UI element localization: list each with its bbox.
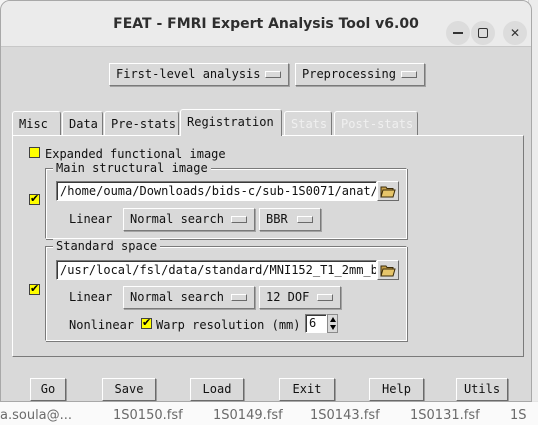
tab-misc[interactable]: Misc xyxy=(12,111,61,135)
tab-label: Data xyxy=(69,117,98,131)
warp-resolution-input[interactable]: 6 xyxy=(305,314,327,333)
warp-resolution-spinner[interactable] xyxy=(327,314,338,333)
tab-label: Pre-stats xyxy=(111,117,177,131)
nonlinear-checkbox[interactable]: ✔ xyxy=(141,316,152,329)
main-structural-search-value: Normal search xyxy=(130,212,224,226)
tab-pre-stats[interactable]: Pre-stats xyxy=(104,111,179,135)
standard-space-path-input[interactable]: /usr/local/fsl/data/standard/MNI152_T1_2… xyxy=(56,260,377,280)
minimize-icon xyxy=(453,32,463,34)
tab-data[interactable]: Data xyxy=(62,111,103,135)
background-user-text: a.soula@... xyxy=(0,408,73,423)
analysis-level-menu[interactable]: First-level analysis xyxy=(109,63,289,86)
tab-label: Registration xyxy=(187,115,274,129)
main-structural-dof-menu[interactable]: BBR xyxy=(259,208,321,231)
standard-space-search-value: Normal search xyxy=(130,290,224,304)
main-structural-linear-label: Linear xyxy=(69,212,113,226)
dropdown-indicator-icon xyxy=(401,71,417,78)
dropdown-indicator-icon xyxy=(297,216,313,223)
expanded-functional-label: Expanded functional image xyxy=(45,147,226,161)
exit-button[interactable]: Exit xyxy=(279,378,335,401)
warp-resolution-label: Warp resolution (mm) xyxy=(156,318,301,332)
spin-down-icon[interactable] xyxy=(330,325,336,330)
close-icon: ✕ xyxy=(509,26,521,40)
analysis-level-value: First-level analysis xyxy=(116,67,261,81)
background-file-item[interactable]: 1S0131.fsf xyxy=(410,408,480,423)
dropdown-indicator-icon xyxy=(231,216,247,223)
analysis-stage-value: Preprocessing xyxy=(302,67,396,81)
main-structural-browse-button[interactable] xyxy=(377,181,399,201)
tab-registration[interactable]: Registration xyxy=(180,109,282,136)
standard-space-search-menu[interactable]: Normal search xyxy=(123,286,255,309)
title-bar[interactable]: FEAT - FMRI Expert Analysis Tool v6.00 ✕ xyxy=(1,1,531,47)
nonlinear-label: Nonlinear xyxy=(69,318,135,332)
minimize-button[interactable] xyxy=(446,21,470,45)
close-button[interactable]: ✕ xyxy=(503,21,527,45)
tab-post-stats[interactable]: Post-stats xyxy=(334,111,418,135)
tab-stats[interactable]: Stats xyxy=(284,111,332,135)
feat-window: FEAT - FMRI Expert Analysis Tool v6.00 ✕… xyxy=(0,0,532,402)
save-button[interactable]: Save xyxy=(102,378,156,401)
checkmark-icon: ✔ xyxy=(30,192,40,205)
main-structural-path-input[interactable]: /home/ouma/Downloads/bids-c/sub-1S0071/a… xyxy=(56,181,377,201)
main-structural-title: Main structural image xyxy=(53,161,211,175)
dropdown-indicator-icon xyxy=(231,294,247,301)
go-button[interactable]: Go xyxy=(30,378,66,401)
expanded-functional-checkbox[interactable] xyxy=(29,147,40,158)
load-button[interactable]: Load xyxy=(190,378,244,401)
standard-space-title: Standard space xyxy=(53,239,161,253)
tab-label: Stats xyxy=(291,117,328,131)
standard-space-linear-label: Linear xyxy=(69,290,113,304)
folder-icon xyxy=(380,265,396,277)
tab-label: Misc xyxy=(19,117,48,131)
checkmark-icon: ✔ xyxy=(142,316,152,329)
utils-button[interactable]: Utils xyxy=(456,378,508,401)
folder-icon xyxy=(380,186,396,198)
spin-up-icon[interactable] xyxy=(330,317,336,322)
analysis-stage-menu[interactable]: Preprocessing xyxy=(295,63,425,86)
maximize-icon xyxy=(478,28,488,38)
main-structural-checkbox[interactable]: ✔ xyxy=(29,192,40,205)
dropdown-indicator-icon xyxy=(265,71,281,78)
background-file-item[interactable]: 1S0150.fsf xyxy=(113,408,183,423)
background-file-item[interactable]: 1S xyxy=(510,408,527,423)
main-structural-dof-value: BBR xyxy=(266,212,288,226)
standard-space-dof-value: 12 DOF xyxy=(266,290,310,304)
standard-space-checkbox[interactable]: ✔ xyxy=(29,282,40,295)
background-file-item[interactable]: 1S0149.fsf xyxy=(213,408,283,423)
tab-label: Post-stats xyxy=(341,117,414,131)
dropdown-indicator-icon xyxy=(317,294,333,301)
standard-space-dof-menu[interactable]: 12 DOF xyxy=(259,286,341,309)
main-structural-search-menu[interactable]: Normal search xyxy=(123,208,255,231)
checkmark-icon: ✔ xyxy=(30,282,40,295)
standard-space-browse-button[interactable] xyxy=(377,260,399,280)
maximize-button[interactable] xyxy=(471,21,495,45)
background-file-item[interactable]: 1S0143.fsf xyxy=(310,408,380,423)
help-button[interactable]: Help xyxy=(369,378,424,401)
